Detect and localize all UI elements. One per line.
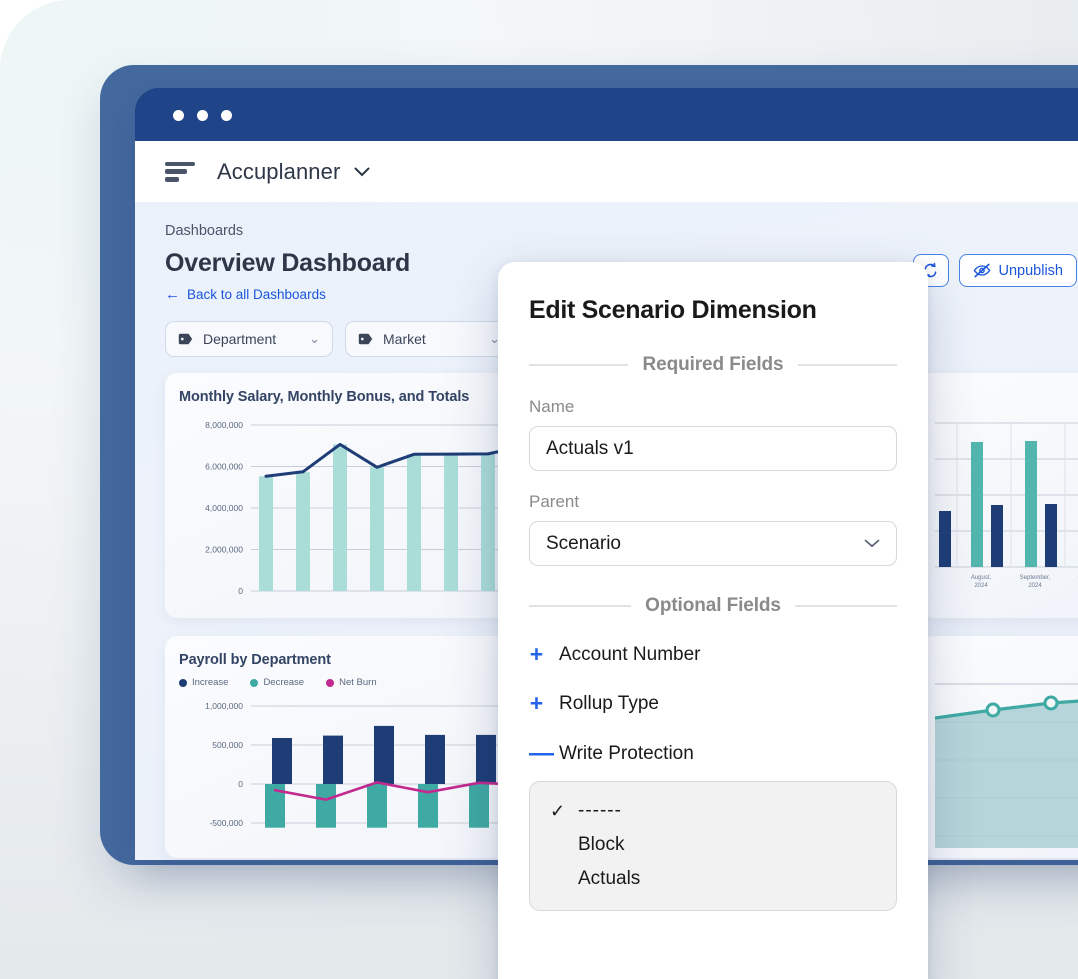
chart-card-right-trend-area — [921, 636, 1078, 858]
brand-name: Accuplanner — [217, 158, 341, 184]
chart-svg-right-trend-area — [935, 683, 1078, 848]
modal-title: Edit Scenario Dimension — [529, 296, 817, 324]
header-actions: Last — [912, 223, 1078, 287]
unpublish-label: Unpublish — [998, 262, 1064, 279]
edit-scenario-dimension-modal: Edit Scenario Dimension Required Fields … — [498, 262, 928, 979]
write-protection-option-none[interactable]: ✓ ------ — [530, 794, 896, 828]
optional-field-rollup-type[interactable]: + Rollup Type — [529, 692, 897, 715]
window-dot-close[interactable] — [173, 110, 184, 121]
window-dot-minimize[interactable] — [197, 110, 208, 121]
chart-card-right-monthly-bars: August,2024 September,2024 October,2024 … — [921, 373, 1078, 618]
optional-field-write-protection[interactable]: — Write Protection — [529, 741, 897, 766]
name-field-label: Name — [529, 397, 575, 416]
optional-field-account-number[interactable]: + Account Number — [529, 643, 897, 666]
filter-chip-label: Department — [203, 331, 277, 347]
unpublish-button[interactable]: Unpublish — [958, 254, 1077, 287]
divider-line-left — [529, 364, 629, 366]
divider-line-right — [794, 605, 898, 607]
svg-text:0: 0 — [238, 779, 243, 789]
required-fields-heading: Required Fields — [642, 354, 784, 375]
plus-icon: + — [529, 690, 544, 716]
legend-swatch — [179, 678, 187, 687]
divider-line-right — [797, 364, 897, 366]
chevron-down-icon[interactable] — [354, 167, 370, 177]
svg-text:-500,000: -500,000 — [209, 818, 243, 828]
svg-text:2024: 2024 — [1028, 583, 1042, 589]
optional-field-label: Account Number — [559, 643, 701, 665]
legend-item-increase: Increase — [179, 677, 228, 688]
filter-chip-market[interactable]: Market ⌄ — [345, 321, 513, 357]
check-icon: ✓ — [550, 800, 566, 821]
svg-text:0: 0 — [238, 586, 243, 596]
name-input[interactable]: Actuals v1 — [529, 426, 897, 471]
svg-text:August,: August, — [971, 575, 992, 581]
parent-field-label: Parent — [529, 492, 580, 511]
arrow-left-icon: ← — [165, 286, 180, 303]
filter-chip-department[interactable]: Department ⌄ — [165, 321, 333, 357]
svg-text:September,: September, — [1020, 575, 1051, 581]
filter-chip-label: Market — [383, 331, 426, 347]
write-protection-option-list: ✓ ------ Block Actuals — [529, 781, 897, 911]
option-label: Block — [578, 834, 625, 855]
write-protection-option-actuals[interactable]: Actuals — [530, 862, 896, 896]
window-titlebar — [135, 88, 1078, 141]
name-input-value: Actuals v1 — [546, 437, 634, 459]
chart-svg-right-monthly-bars: August,2024 September,2024 October,2024 … — [935, 422, 1078, 589]
plus-icon: + — [529, 641, 544, 667]
optional-field-label: Write Protection — [559, 742, 694, 764]
chart-plot-area — [935, 670, 1078, 848]
legend-item-net-burn: Net Burn — [326, 677, 377, 688]
chevron-down-icon — [864, 539, 880, 548]
legend-swatch — [250, 678, 259, 687]
required-fields-divider: Required Fields — [529, 354, 897, 376]
tag-icon — [358, 333, 373, 345]
option-label: ------ — [578, 800, 622, 821]
eye-slash-icon — [973, 263, 990, 278]
back-link-label: Back to all Dashboards — [187, 287, 326, 302]
minus-icon: — — [529, 739, 554, 767]
chevron-down-icon: ⌄ — [309, 331, 320, 346]
svg-text:6,000,000: 6,000,000 — [205, 462, 243, 472]
svg-text:4,000,000: 4,000,000 — [205, 503, 243, 513]
chart-plot-area: August,2024 September,2024 October,2024 … — [935, 411, 1078, 596]
dashboard-column-right: August,2024 September,2024 October,2024 … — [921, 373, 1078, 858]
optional-field-label: Rollup Type — [559, 692, 659, 714]
svg-text:8,000,000: 8,000,000 — [205, 420, 243, 430]
hamburger-icon[interactable] — [165, 161, 195, 182]
parent-select[interactable]: Scenario — [529, 521, 897, 566]
tag-icon — [178, 333, 193, 345]
svg-text:2,000,000: 2,000,000 — [205, 545, 243, 555]
write-protection-option-block[interactable]: Block — [530, 828, 896, 862]
option-label: Actuals — [578, 868, 641, 889]
screenshot-stage: Accuplanner ? Dashboards Overview Dashbo… — [0, 0, 1078, 979]
legend-swatch — [326, 678, 335, 687]
window-dot-maximize[interactable] — [221, 110, 232, 121]
svg-text:2024: 2024 — [974, 583, 988, 589]
parent-select-value: Scenario — [546, 532, 621, 554]
legend-item-decrease: Decrease — [250, 677, 304, 688]
svg-text:500,000: 500,000 — [212, 740, 243, 750]
optional-fields-heading: Optional Fields — [645, 595, 781, 616]
optional-fields-divider: Optional Fields — [529, 595, 898, 617]
action-button-row: Unpublish — [912, 254, 1078, 287]
app-topnav: Accuplanner ? — [135, 141, 1078, 203]
last-updated-text: Last — [913, 223, 1078, 238]
divider-line-left — [529, 605, 632, 607]
window-controls — [173, 110, 232, 121]
svg-text:1,000,000: 1,000,000 — [205, 701, 243, 711]
